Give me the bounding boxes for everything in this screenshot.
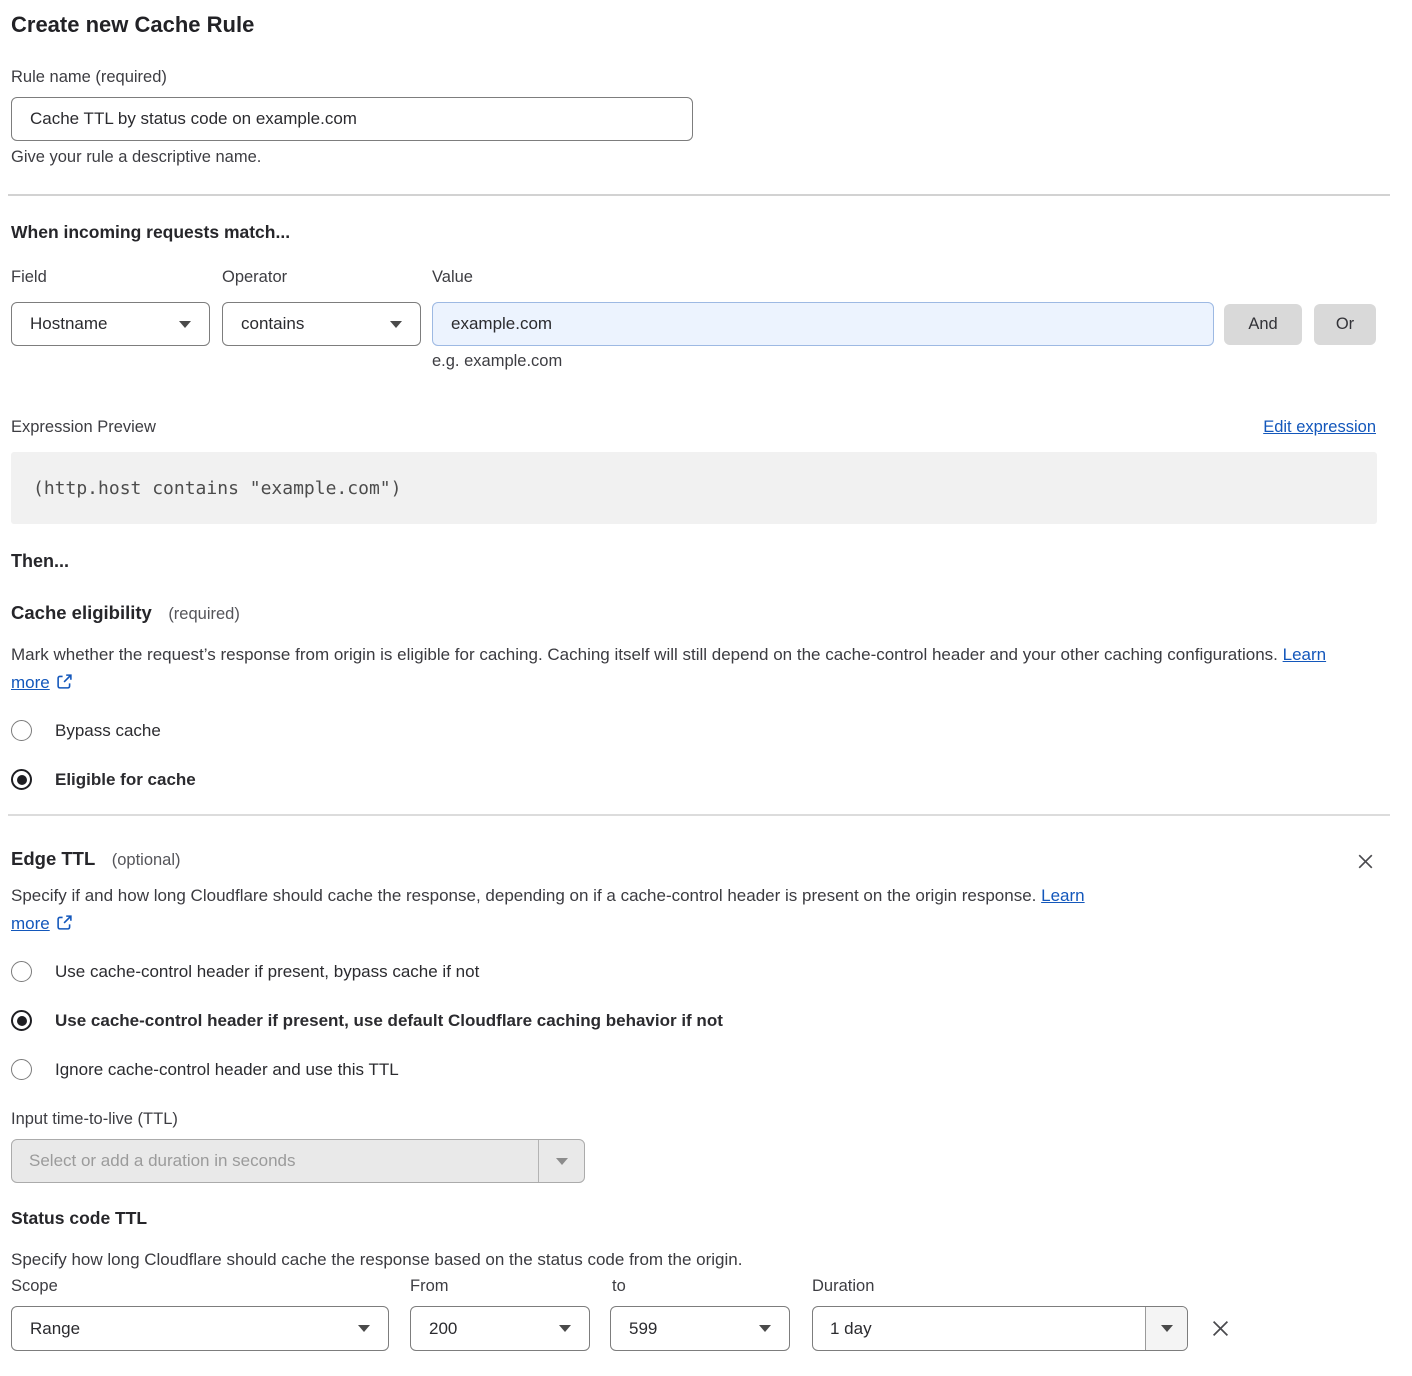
chevron-down-icon [559, 1325, 571, 1332]
radio-edge-ttl-default[interactable]: Use cache-control header if present, use… [11, 1010, 723, 1031]
rule-name-value: Cache TTL by status code on example.com [30, 109, 357, 129]
or-button[interactable]: Or [1314, 304, 1376, 345]
chevron-down-icon[interactable] [1145, 1307, 1187, 1350]
rule-name-label: Rule name (required) [11, 68, 167, 87]
to-select[interactable]: 599 [610, 1306, 790, 1351]
edge-ttl-description: Specify if and how long Cloudflare shoul… [11, 882, 1121, 938]
duration-select-value: 1 day [813, 1307, 1145, 1350]
value-label: Value [432, 268, 473, 287]
value-input-text: example.com [451, 314, 552, 334]
edge-ttl-close-icon[interactable] [1355, 851, 1376, 872]
and-button[interactable]: And [1224, 304, 1302, 345]
radio-eligible-for-cache-label: Eligible for cache [55, 770, 196, 790]
status-row-close-icon[interactable] [1209, 1317, 1232, 1340]
value-input[interactable]: example.com [432, 302, 1214, 346]
cache-eligibility-title: Cache eligibility [11, 602, 152, 623]
to-label: to [612, 1277, 626, 1296]
match-heading: When incoming requests match... [11, 222, 290, 243]
radio-edge-ttl-ignore[interactable]: Ignore cache-control header and use this… [11, 1059, 399, 1080]
then-heading: Then... [11, 551, 69, 572]
operator-select-value: contains [241, 314, 304, 334]
chevron-down-icon [179, 321, 191, 328]
field-select[interactable]: Hostname [11, 302, 210, 346]
from-label: From [410, 1277, 449, 1296]
external-link-icon [56, 671, 73, 688]
radio-edge-ttl-ignore-label: Ignore cache-control header and use this… [55, 1060, 399, 1080]
create-cache-rule-page: Create new Cache Rule Rule name (require… [0, 0, 1412, 1376]
ttl-duration-placeholder: Select or add a duration in seconds [12, 1140, 538, 1182]
scope-label: Scope [11, 1277, 58, 1296]
cache-eligibility-qualifier: (required) [168, 605, 240, 623]
cache-eligibility-header: Cache eligibility (required) [11, 602, 240, 624]
chevron-down-icon [759, 1325, 771, 1332]
operator-label: Operator [222, 268, 287, 287]
radio-icon[interactable] [11, 720, 32, 741]
radio-edge-ttl-default-label: Use cache-control header if present, use… [55, 1011, 723, 1031]
field-select-value: Hostname [30, 314, 107, 334]
scope-select[interactable]: Range [11, 1306, 389, 1351]
radio-icon[interactable] [11, 961, 32, 982]
rule-name-help: Give your rule a descriptive name. [11, 148, 261, 167]
edge-ttl-header: Edge TTL (optional) [11, 848, 181, 870]
scope-select-value: Range [30, 1319, 80, 1339]
expression-code-block: (http.host contains "example.com") [11, 452, 1377, 524]
operator-select[interactable]: contains [222, 302, 421, 346]
radio-checked-icon[interactable] [11, 1010, 32, 1031]
status-code-ttl-description: Specify how long Cloudflare should cache… [11, 1246, 1356, 1274]
page-title: Create new Cache Rule [11, 12, 254, 38]
duration-select[interactable]: 1 day [812, 1306, 1188, 1351]
section-divider [8, 194, 1390, 196]
edge-ttl-qualifier: (optional) [112, 851, 181, 869]
value-help: e.g. example.com [432, 352, 562, 371]
edit-expression-link[interactable]: Edit expression [1263, 418, 1376, 437]
ttl-input-label: Input time-to-live (TTL) [11, 1110, 178, 1129]
section-divider [8, 814, 1390, 816]
radio-bypass-cache[interactable]: Bypass cache [11, 720, 161, 741]
ttl-duration-select[interactable]: Select or add a duration in seconds [11, 1139, 585, 1183]
cache-eligibility-description: Mark whether the request’s response from… [11, 641, 1356, 697]
radio-edge-ttl-bypass-label: Use cache-control header if present, byp… [55, 962, 479, 982]
chevron-down-icon [390, 321, 402, 328]
edge-ttl-title: Edge TTL [11, 848, 95, 869]
chevron-down-icon[interactable] [538, 1140, 584, 1182]
radio-icon[interactable] [11, 1059, 32, 1080]
external-link-icon [56, 912, 73, 929]
radio-eligible-for-cache[interactable]: Eligible for cache [11, 769, 196, 790]
to-select-value: 599 [629, 1319, 657, 1339]
expression-code: (http.host contains "example.com") [33, 478, 401, 499]
from-select-value: 200 [429, 1319, 457, 1339]
radio-bypass-cache-label: Bypass cache [55, 721, 161, 741]
radio-edge-ttl-bypass[interactable]: Use cache-control header if present, byp… [11, 961, 479, 982]
status-code-ttl-title: Status code TTL [11, 1208, 147, 1229]
chevron-down-icon [358, 1325, 370, 1332]
from-select[interactable]: 200 [410, 1306, 590, 1351]
duration-label: Duration [812, 1277, 874, 1296]
field-label: Field [11, 268, 47, 287]
radio-checked-icon[interactable] [11, 769, 32, 790]
expression-preview-label: Expression Preview [11, 418, 156, 437]
rule-name-input[interactable]: Cache TTL by status code on example.com [11, 97, 693, 141]
